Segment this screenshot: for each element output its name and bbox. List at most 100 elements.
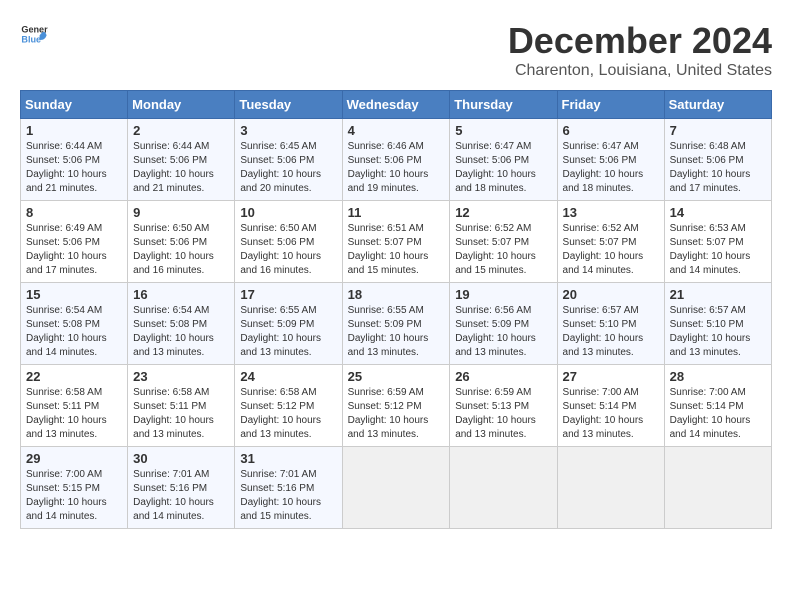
day-number: 11 <box>348 205 445 220</box>
calendar-cell: 19Sunrise: 6:56 AMSunset: 5:09 PMDayligh… <box>450 283 557 365</box>
day-number: 28 <box>670 369 766 384</box>
day-number: 20 <box>563 287 659 302</box>
day-number: 30 <box>133 451 229 466</box>
calendar-week-row: 29 Sunrise: 7:00 AMSunset: 5:15 PMDayligh… <box>21 447 772 529</box>
page-header: General Blue December 2024 Charenton, Lo… <box>20 20 772 80</box>
calendar-cell <box>450 447 557 529</box>
day-number: 26 <box>455 369 551 384</box>
day-info: Sunrise: 6:44 AMSunset: 5:06 PMDaylight:… <box>26 140 122 196</box>
calendar-cell: 10 Sunrise: 6:50 AMSunset: 5:06 PMDayligh… <box>235 201 342 283</box>
location-title: Charenton, Louisiana, United States <box>508 62 772 80</box>
day-info: Sunrise: 7:01 AMSunset: 5:16 PMDaylight:… <box>133 468 229 524</box>
day-number: 31 <box>240 451 336 466</box>
weekday-header-tuesday: Tuesday <box>235 91 342 119</box>
weekday-header-friday: Friday <box>557 91 664 119</box>
day-number: 23 <box>133 369 229 384</box>
calendar-week-row: 8 Sunrise: 6:49 AMSunset: 5:06 PMDaylight… <box>21 201 772 283</box>
day-number: 24 <box>240 369 336 384</box>
day-number: 29 <box>26 451 122 466</box>
day-number: 18 <box>348 287 445 302</box>
calendar-cell: 22Sunrise: 6:58 AMSunset: 5:11 PMDayligh… <box>21 365 128 447</box>
calendar-cell: 11 Sunrise: 6:51 AMSunset: 5:07 PMDayligh… <box>342 201 450 283</box>
day-info: Sunrise: 6:59 AMSunset: 5:13 PMDaylight:… <box>455 386 551 442</box>
day-info: Sunrise: 6:50 AMSunset: 5:06 PMDaylight:… <box>240 222 336 278</box>
calendar-cell: 15 Sunrise: 6:54 AMSunset: 5:08 PMDayligh… <box>21 283 128 365</box>
calendar-cell <box>342 447 450 529</box>
day-info: Sunrise: 7:00 AMSunset: 5:15 PMDaylight:… <box>26 468 122 524</box>
calendar-cell: 14 Sunrise: 6:53 AMSunset: 5:07 PMDayligh… <box>664 201 771 283</box>
day-number: 13 <box>563 205 659 220</box>
day-info: Sunrise: 6:54 AMSunset: 5:08 PMDaylight:… <box>133 304 229 360</box>
calendar-cell: 8 Sunrise: 6:49 AMSunset: 5:06 PMDaylight… <box>21 201 128 283</box>
day-number: 21 <box>670 287 766 302</box>
calendar-week-row: 1 Sunrise: 6:44 AMSunset: 5:06 PMDaylight… <box>21 119 772 201</box>
weekday-header-sunday: Sunday <box>21 91 128 119</box>
calendar-cell: 28Sunrise: 7:00 AMSunset: 5:14 PMDayligh… <box>664 365 771 447</box>
calendar-cell: 16 Sunrise: 6:54 AMSunset: 5:08 PMDayligh… <box>128 283 235 365</box>
calendar-cell: 21 Sunrise: 6:57 AMSunset: 5:10 PMDayligh… <box>664 283 771 365</box>
month-title: December 2024 <box>508 20 772 62</box>
day-info: Sunrise: 6:44 AMSunset: 5:06 PMDaylight:… <box>133 140 229 196</box>
day-info: Sunrise: 6:54 AMSunset: 5:08 PMDaylight:… <box>26 304 122 360</box>
weekday-header-saturday: Saturday <box>664 91 771 119</box>
calendar-cell: 31 Sunrise: 7:01 AMSunset: 5:16 PMDayligh… <box>235 447 342 529</box>
weekday-header-wednesday: Wednesday <box>342 91 450 119</box>
day-number: 16 <box>133 287 229 302</box>
calendar-cell: 3 Sunrise: 6:45 AMSunset: 5:06 PMDaylight… <box>235 119 342 201</box>
calendar-cell: 18 Sunrise: 6:55 AMSunset: 5:09 PMDayligh… <box>342 283 450 365</box>
calendar-cell: 2 Sunrise: 6:44 AMSunset: 5:06 PMDaylight… <box>128 119 235 201</box>
day-info: Sunrise: 6:58 AMSunset: 5:12 PMDaylight:… <box>240 386 336 442</box>
day-number: 8 <box>26 205 122 220</box>
weekday-header-row: SundayMondayTuesdayWednesdayThursdayFrid… <box>21 91 772 119</box>
day-number: 15 <box>26 287 122 302</box>
day-number: 2 <box>133 123 229 138</box>
calendar-week-row: 22Sunrise: 6:58 AMSunset: 5:11 PMDayligh… <box>21 365 772 447</box>
calendar-cell: 30 Sunrise: 7:01 AMSunset: 5:16 PMDayligh… <box>128 447 235 529</box>
day-info: Sunrise: 6:56 AMSunset: 5:09 PMDaylight:… <box>455 304 551 360</box>
calendar-cell: 6 Sunrise: 6:47 AMSunset: 5:06 PMDaylight… <box>557 119 664 201</box>
calendar-cell: 29 Sunrise: 7:00 AMSunset: 5:15 PMDayligh… <box>21 447 128 529</box>
day-number: 14 <box>670 205 766 220</box>
day-info: Sunrise: 6:50 AMSunset: 5:06 PMDaylight:… <box>133 222 229 278</box>
day-info: Sunrise: 6:49 AMSunset: 5:06 PMDaylight:… <box>26 222 122 278</box>
calendar-cell: 13 Sunrise: 6:52 AMSunset: 5:07 PMDayligh… <box>557 201 664 283</box>
calendar-cell: 23 Sunrise: 6:58 AMSunset: 5:11 PMDayligh… <box>128 365 235 447</box>
calendar-cell: 26 Sunrise: 6:59 AMSunset: 5:13 PMDayligh… <box>450 365 557 447</box>
calendar-cell: 20Sunrise: 6:57 AMSunset: 5:10 PMDayligh… <box>557 283 664 365</box>
day-number: 10 <box>240 205 336 220</box>
calendar-cell: 7Sunrise: 6:48 AMSunset: 5:06 PMDaylight… <box>664 119 771 201</box>
day-number: 9 <box>133 205 229 220</box>
day-number: 6 <box>563 123 659 138</box>
day-info: Sunrise: 6:47 AMSunset: 5:06 PMDaylight:… <box>455 140 551 196</box>
logo: General Blue <box>20 20 48 48</box>
day-info: Sunrise: 6:51 AMSunset: 5:07 PMDaylight:… <box>348 222 445 278</box>
day-info: Sunrise: 6:55 AMSunset: 5:09 PMDaylight:… <box>348 304 445 360</box>
calendar-cell: 12 Sunrise: 6:52 AMSunset: 5:07 PMDayligh… <box>450 201 557 283</box>
title-area: December 2024 Charenton, Louisiana, Unit… <box>508 20 772 80</box>
calendar-cell <box>557 447 664 529</box>
day-info: Sunrise: 7:00 AMSunset: 5:14 PMDaylight:… <box>563 386 659 442</box>
day-number: 3 <box>240 123 336 138</box>
day-info: Sunrise: 6:46 AMSunset: 5:06 PMDaylight:… <box>348 140 445 196</box>
day-info: Sunrise: 6:58 AMSunset: 5:11 PMDaylight:… <box>133 386 229 442</box>
day-info: Sunrise: 6:55 AMSunset: 5:09 PMDaylight:… <box>240 304 336 360</box>
calendar-cell: 27Sunrise: 7:00 AMSunset: 5:14 PMDayligh… <box>557 365 664 447</box>
day-number: 17 <box>240 287 336 302</box>
calendar-cell: 9 Sunrise: 6:50 AMSunset: 5:06 PMDaylight… <box>128 201 235 283</box>
day-info: Sunrise: 6:52 AMSunset: 5:07 PMDaylight:… <box>455 222 551 278</box>
day-number: 5 <box>455 123 551 138</box>
calendar-cell: 25Sunrise: 6:59 AMSunset: 5:12 PMDayligh… <box>342 365 450 447</box>
day-info: Sunrise: 6:53 AMSunset: 5:07 PMDaylight:… <box>670 222 766 278</box>
day-info: Sunrise: 6:45 AMSunset: 5:06 PMDaylight:… <box>240 140 336 196</box>
day-info: Sunrise: 7:01 AMSunset: 5:16 PMDaylight:… <box>240 468 336 524</box>
day-info: Sunrise: 6:52 AMSunset: 5:07 PMDaylight:… <box>563 222 659 278</box>
day-number: 7 <box>670 123 766 138</box>
day-info: Sunrise: 6:47 AMSunset: 5:06 PMDaylight:… <box>563 140 659 196</box>
svg-text:Blue: Blue <box>21 34 41 44</box>
day-number: 1 <box>26 123 122 138</box>
calendar-cell: 5 Sunrise: 6:47 AMSunset: 5:06 PMDaylight… <box>450 119 557 201</box>
day-number: 12 <box>455 205 551 220</box>
day-info: Sunrise: 6:58 AMSunset: 5:11 PMDaylight:… <box>26 386 122 442</box>
day-info: Sunrise: 6:57 AMSunset: 5:10 PMDaylight:… <box>670 304 766 360</box>
calendar-cell: 1 Sunrise: 6:44 AMSunset: 5:06 PMDaylight… <box>21 119 128 201</box>
